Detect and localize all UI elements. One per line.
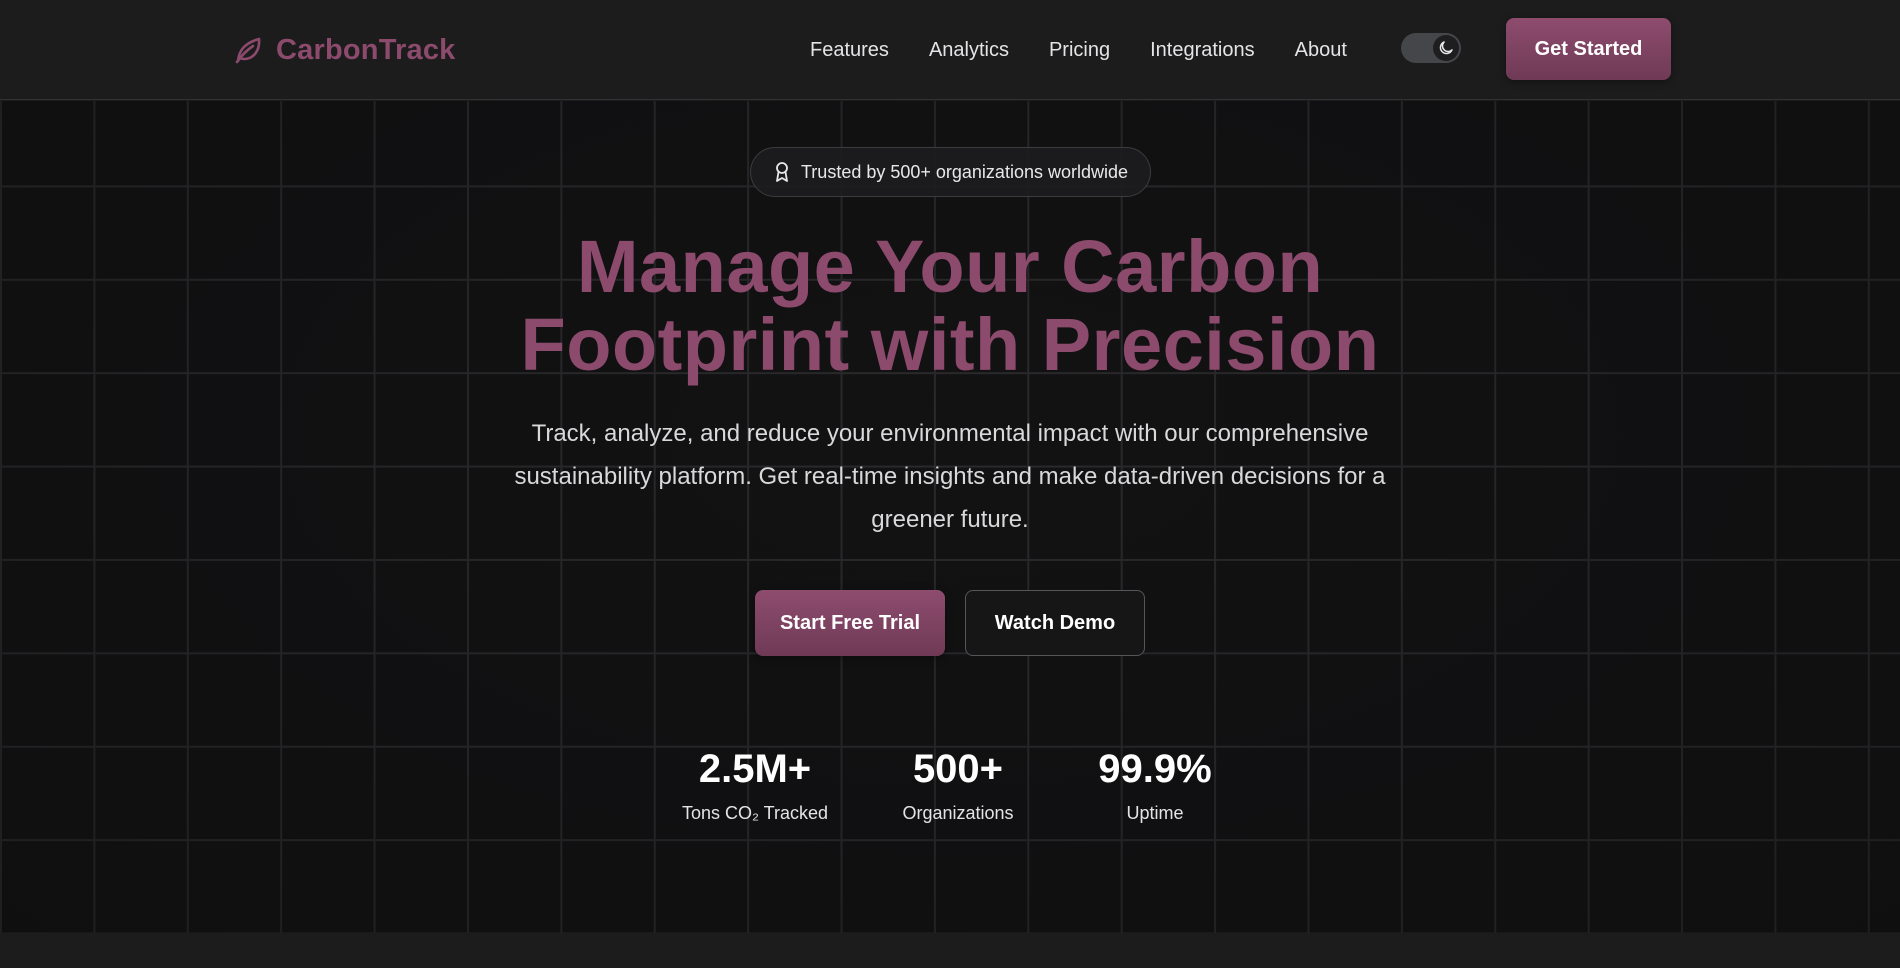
site-header: CarbonTrack Features Analytics Pricing I… [0,0,1900,100]
main-nav: Features Analytics Pricing Integrations … [810,36,1387,64]
stat-value: 500+ [912,747,1004,791]
watch-demo-button[interactable]: Watch Demo [965,590,1145,656]
nav-link-about[interactable]: About [1295,39,1347,62]
stat-organizations: 500+ Organizations [893,745,1023,824]
start-free-trial-button[interactable]: Start Free Trial [755,590,945,656]
hero-title-line-1: Manage Your Carbon [576,225,1324,308]
stat-label: Organizations [902,803,1014,823]
trust-badge-text: Trusted by 500+ organizations worldwide [800,161,1128,182]
stat-value: 2.5M+ [698,747,812,791]
theme-toggle[interactable] [1401,33,1461,63]
hero-title-line-2: Footprint with Precision [520,303,1380,386]
page-footer-strip [0,933,1900,968]
trust-badge: Trusted by 500+ organizations worldwide [750,147,1151,197]
leaf-icon [235,37,261,64]
nav-link-pricing[interactable]: Pricing [1049,39,1110,62]
hero-title: Manage Your Carbon Footprint with Precis… [350,228,1550,384]
stat-value: 99.9% [1098,747,1212,791]
brand-logo[interactable]: CarbonTrack [232,30,456,70]
stat-label: Tons CO₂ Tracked [681,803,829,823]
stat-uptime: 99.9% Uptime [1085,745,1225,824]
hero-subtitle: Track, analyze, and reduce your environm… [514,420,1386,533]
stat-tons-tracked: 2.5M+ Tons CO₂ Tracked [680,745,830,824]
stat-label: Uptime [1126,803,1184,823]
brand-name: CarbonTrack [276,33,456,66]
get-started-button[interactable]: Get Started [1506,18,1671,80]
award-icon [776,162,788,182]
nav-link-analytics[interactable]: Analytics [929,39,1009,62]
nav-link-integrations[interactable]: Integrations [1150,39,1255,62]
theme-toggle-knob [1433,35,1459,61]
nav-link-features[interactable]: Features [810,39,889,62]
moon-icon [1439,41,1453,55]
